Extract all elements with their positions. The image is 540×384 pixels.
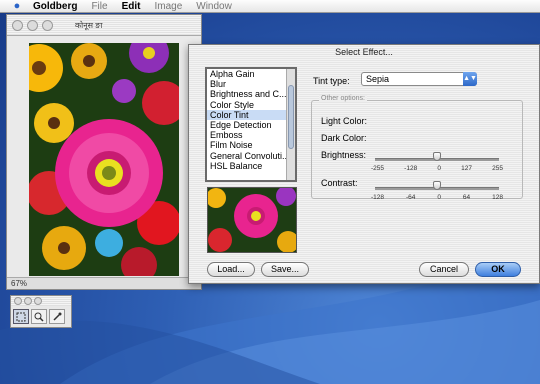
brightness-slider-thumb[interactable] xyxy=(433,152,441,161)
document-titlebar[interactable]: कोनूस ङा xyxy=(7,15,201,36)
eyedropper-tool-icon[interactable] xyxy=(49,309,65,324)
document-window: कोनूस ङा 67% xyxy=(6,14,202,290)
palette-titlebar[interactable] xyxy=(11,296,71,306)
tint-type-select[interactable]: Sepia ▲▼ xyxy=(361,72,477,86)
effect-item[interactable]: Brightness and C... xyxy=(207,89,290,99)
contrast-slider-thumb[interactable] xyxy=(433,181,441,190)
brightness-tick: 0 xyxy=(437,165,441,172)
effect-item[interactable]: Color Style xyxy=(207,100,290,110)
zoom-button[interactable] xyxy=(42,19,53,31)
tint-type-label: Tint type: xyxy=(313,76,350,86)
minimize-button[interactable] xyxy=(27,19,38,31)
menu-image[interactable]: Image xyxy=(154,1,182,12)
brightness-tick: -128 xyxy=(404,165,418,172)
contrast-label: Contrast: xyxy=(321,178,358,188)
menu-app-name[interactable]: Goldberg xyxy=(33,1,77,12)
apple-icon[interactable]: ● xyxy=(11,0,23,12)
zoom-tool-icon[interactable] xyxy=(31,309,47,324)
cancel-button[interactable]: Cancel xyxy=(419,262,469,277)
light-color-label: Light Color: xyxy=(321,116,368,126)
effect-item[interactable]: HSL Balance xyxy=(207,161,290,171)
contrast-tick: -128 xyxy=(371,194,385,201)
contrast-tick: 128 xyxy=(492,194,503,201)
menubar: ● Goldberg File Edit Image Window xyxy=(0,0,540,13)
palette-zoom-button[interactable] xyxy=(34,297,42,305)
effect-item-selected[interactable]: Color Tint xyxy=(207,109,290,120)
dialog-title: Select Effect... xyxy=(335,47,393,57)
menu-window[interactable]: Window xyxy=(196,1,232,12)
menu-edit[interactable]: Edit xyxy=(122,1,141,12)
contrast-tick: -64 xyxy=(405,194,416,201)
effect-item[interactable]: Blur xyxy=(207,79,290,89)
save-button[interactable]: Save... xyxy=(261,262,309,277)
document-title: कोनूस ङा xyxy=(75,20,103,30)
brightness-tick: -255 xyxy=(371,165,385,172)
brightness-ticks: -255 -128 0 127 255 xyxy=(371,165,503,172)
contrast-tick: 64 xyxy=(462,194,471,201)
palette-minimize-button[interactable] xyxy=(24,297,32,305)
menu-file[interactable]: File xyxy=(91,1,107,12)
effect-list-scrollbar[interactable] xyxy=(286,69,295,180)
brightness-tick: 255 xyxy=(492,165,503,172)
effect-item[interactable]: General Convoluti... xyxy=(207,151,290,161)
effect-item[interactable]: Edge Detection xyxy=(207,120,290,130)
close-button[interactable] xyxy=(12,19,23,31)
dark-color-label: Dark Color: xyxy=(321,133,367,143)
scroll-thumb[interactable] xyxy=(288,85,294,149)
chevron-updown-icon[interactable]: ▲▼ xyxy=(463,72,477,86)
effect-options-panel: Tint type: Sepia ▲▼ Other options: Light… xyxy=(303,66,535,201)
other-options-label: Other options: xyxy=(319,95,367,102)
effect-item[interactable]: Emboss xyxy=(207,130,290,140)
brightness-label: Brightness: xyxy=(321,150,367,160)
effect-preview xyxy=(207,187,297,253)
select-effect-dialog: Select Effect... Alpha Gain Blur Brightn… xyxy=(188,44,540,284)
zoom-level: 67% xyxy=(7,277,201,289)
tool-palette xyxy=(10,295,72,328)
load-button[interactable]: Load... xyxy=(207,262,255,277)
contrast-tick: 0 xyxy=(437,194,441,201)
effect-item[interactable]: Film Noise xyxy=(207,140,290,150)
marquee-tool-icon[interactable] xyxy=(13,309,29,324)
tint-type-value: Sepia xyxy=(366,74,390,84)
palette-close-button[interactable] xyxy=(14,297,22,305)
brightness-tick: 127 xyxy=(461,165,472,172)
document-image[interactable] xyxy=(29,43,179,276)
ok-button[interactable]: OK xyxy=(475,262,521,277)
effect-item[interactable]: Alpha Gain xyxy=(207,69,290,79)
effect-list[interactable]: Alpha Gain Blur Brightness and C... Colo… xyxy=(205,67,297,182)
contrast-ticks: -128 -64 0 64 128 xyxy=(371,194,503,201)
